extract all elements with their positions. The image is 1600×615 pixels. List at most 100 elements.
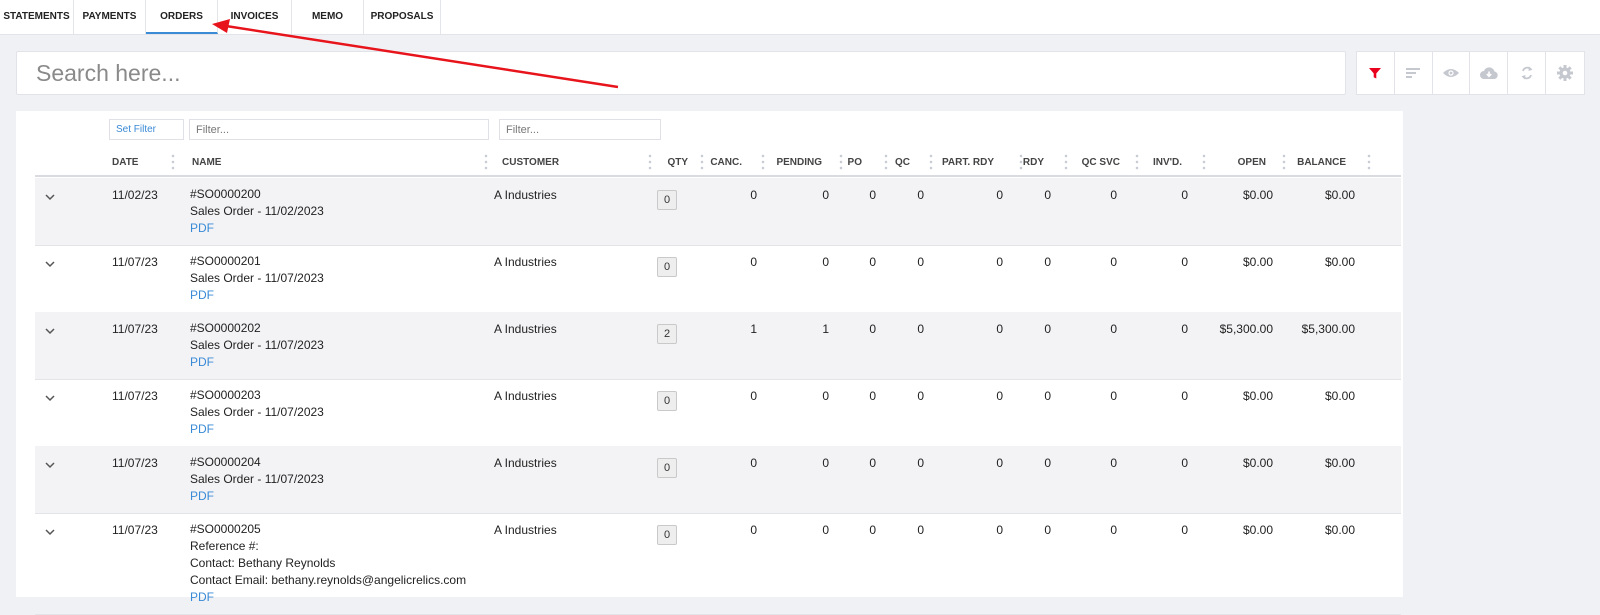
name-filter-input[interactable] (189, 119, 489, 140)
order-detail-line: Sales Order - 11/02/2023 (190, 204, 324, 218)
column-resize-handle[interactable] (839, 153, 843, 171)
cell-open: $0.00 (1242, 523, 1273, 537)
chevron-down-icon[interactable] (45, 328, 55, 335)
chevron-down-icon[interactable] (45, 462, 55, 469)
column-resize-handle[interactable] (1367, 153, 1371, 171)
columns-visibility-button[interactable] (1433, 52, 1471, 94)
chevron-down-icon[interactable] (45, 261, 55, 268)
set-filter-button[interactable]: Set Filter (109, 119, 184, 140)
pdf-link[interactable]: PDF (190, 354, 324, 371)
column-header-canc[interactable]: CANC. (704, 157, 742, 168)
cell-qc: 0 (917, 188, 924, 202)
order-date: 11/02/23 (112, 188, 158, 202)
tab-invoices[interactable]: INVOICES (218, 0, 292, 34)
grid-toolbar (1356, 51, 1585, 95)
order-detail-line: Reference #: (190, 539, 259, 553)
tab-payments[interactable]: PAYMENTS (74, 0, 146, 34)
filter-button[interactable] (1357, 52, 1395, 94)
column-header-balance[interactable]: BALANCE (1282, 157, 1346, 168)
filter-icon (1369, 68, 1382, 79)
cell-invd: 0 (1181, 456, 1188, 470)
tab-proposals[interactable]: PROPOSALS (364, 0, 441, 34)
order-detail-line: Sales Order - 11/07/2023 (190, 472, 324, 486)
column-resize-handle[interactable] (1135, 153, 1139, 171)
column-header-date[interactable]: DATE (112, 157, 162, 168)
column-resize-handle[interactable] (761, 153, 765, 171)
cell-qc: 0 (917, 322, 924, 336)
column-header-pending[interactable]: PENDING (762, 157, 822, 168)
cell-invd: 0 (1181, 188, 1188, 202)
column-resize-handle[interactable] (884, 153, 888, 171)
column-header-qty[interactable]: QTY (664, 157, 688, 168)
chevron-down-icon[interactable] (45, 194, 55, 201)
column-header-open[interactable]: OPEN (1202, 157, 1266, 168)
table-row[interactable]: 11/07/23 #SO0000203 Sales Order - 11/07/20… (35, 379, 1401, 447)
cell-qc: 0 (917, 389, 924, 403)
customer-name: A Industries (494, 456, 557, 470)
pdf-link[interactable]: PDF (190, 488, 324, 505)
column-resize-handle[interactable] (700, 153, 704, 171)
column-header-invd[interactable]: INV'D. (1142, 157, 1182, 168)
column-resize-handle[interactable] (484, 153, 488, 171)
order-name-cell: #SO0000205 Reference #: Contact: Bethany R… (190, 521, 466, 606)
column-header-part-rdy[interactable]: PART. RDY (932, 157, 994, 168)
tab-memo[interactable]: MEMO (292, 0, 364, 34)
column-header-po[interactable]: PO (842, 157, 862, 168)
table-row[interactable]: 11/02/23 #SO0000200 Sales Order - 11/02/20… (35, 178, 1401, 246)
pdf-link[interactable]: PDF (190, 220, 324, 237)
orders-grid: Set Filter DATE NAME CUSTOMER QTY CANC. PENDI… (16, 111, 1403, 615)
sort-button[interactable] (1395, 52, 1433, 94)
refresh-icon (1521, 66, 1533, 80)
order-name-cell: #SO0000200 Sales Order - 11/02/2023 PDF (190, 186, 324, 237)
order-detail-line: Sales Order - 11/07/2023 (190, 405, 324, 419)
cell-balance: $0.00 (1324, 188, 1355, 202)
header-divider (35, 175, 1401, 177)
pdf-link[interactable]: PDF (190, 589, 466, 606)
cell-open: $0.00 (1242, 188, 1273, 202)
refresh-button[interactable] (1508, 52, 1547, 94)
export-button[interactable] (1470, 52, 1509, 94)
cell-qc: 0 (917, 456, 924, 470)
table-row[interactable]: 11/07/23 #SO0000202 Sales Order - 11/07/20… (35, 312, 1401, 380)
cell-invd: 0 (1181, 255, 1188, 269)
column-resize-handle[interactable] (648, 153, 652, 171)
column-resize-handle[interactable] (1064, 153, 1068, 171)
tab-bar: STATEMENTS PAYMENTS ORDERS INVOICES MEMO… (0, 0, 1600, 35)
column-resize-handle[interactable] (1202, 153, 1206, 171)
cell-open: $0.00 (1242, 389, 1273, 403)
order-name-cell: #SO0000201 Sales Order - 11/07/2023 PDF (190, 253, 324, 304)
chevron-down-icon[interactable] (45, 395, 55, 402)
column-resize-handle[interactable] (1019, 153, 1023, 171)
table-row[interactable]: 11/07/23 #SO0000201 Sales Order - 11/07/20… (35, 245, 1401, 313)
customer-name: A Industries (494, 255, 557, 269)
eye-icon (1443, 69, 1460, 77)
pdf-link[interactable]: PDF (190, 287, 324, 304)
order-date: 11/07/23 (112, 456, 158, 470)
cell-balance: $0.00 (1324, 523, 1355, 537)
tab-orders[interactable]: ORDERS (146, 0, 218, 34)
pdf-link[interactable]: PDF (190, 421, 324, 438)
customer-name: A Industries (494, 389, 557, 403)
cloud-download-icon (1479, 67, 1498, 79)
column-resize-handle[interactable] (171, 153, 175, 171)
cell-open: $0.00 (1242, 456, 1273, 470)
order-detail-line: Sales Order - 11/07/2023 (190, 338, 324, 352)
cell-invd: 0 (1181, 322, 1188, 336)
column-header-customer[interactable]: CUSTOMER (502, 157, 642, 168)
search-input[interactable] (16, 51, 1346, 95)
cell-balance: $0.00 (1324, 389, 1355, 403)
column-header-name[interactable]: NAME (192, 157, 472, 168)
customer-filter-input[interactable] (499, 119, 661, 140)
table-row[interactable]: 11/07/23 #SO0000204 Sales Order - 11/07/20… (35, 446, 1401, 514)
column-header-qc-svc[interactable]: QC SVC (1062, 157, 1120, 168)
cell-balance: $0.00 (1324, 255, 1355, 269)
tab-statements[interactable]: STATEMENTS (0, 0, 74, 34)
column-resize-handle[interactable] (1282, 153, 1286, 171)
column-resize-handle[interactable] (929, 153, 933, 171)
cell-invd: 0 (1181, 389, 1188, 403)
chevron-down-icon[interactable] (45, 529, 55, 536)
table-row[interactable]: 11/07/23 #SO0000205 Reference #: Contact: B… (35, 513, 1401, 615)
settings-button[interactable] (1546, 52, 1584, 94)
customer-name: A Industries (494, 188, 557, 202)
sort-icon (1406, 68, 1421, 78)
